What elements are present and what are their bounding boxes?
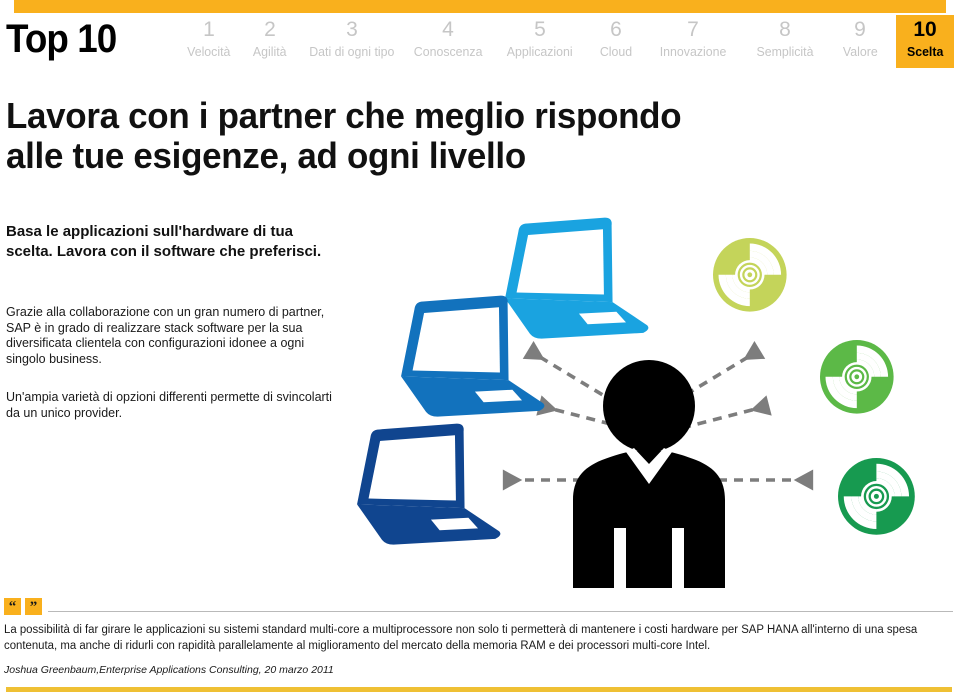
nav-item-cloud[interactable]: 6 Cloud xyxy=(590,15,642,68)
nav-item-label: Valore xyxy=(842,44,878,59)
disc-medium-green xyxy=(818,338,895,415)
nav-item-number: 10 xyxy=(913,18,937,41)
nav-item-conoscenza[interactable]: 4 Conoscenza xyxy=(406,15,490,68)
nav-item-number: 8 xyxy=(779,18,791,41)
top-accent-bar xyxy=(14,0,946,13)
nav-item-semplicit[interactable]: 8 Semplicità xyxy=(744,15,826,68)
laptop-light-blue xyxy=(505,217,649,339)
nav-item-scelta[interactable]: 10 Scelta xyxy=(896,15,954,68)
nav-item-innovazione[interactable]: 7 Innovazione xyxy=(648,15,738,68)
slide-page: Top 10 1 Velocità 2 Agilità 3 Dati di ogni ti… xyxy=(0,0,960,698)
nav-item-number: 9 xyxy=(854,18,866,41)
nav-item-label: Applicazioni xyxy=(507,44,573,59)
nav-item-dati-di-ogni-tipo[interactable]: 3 Dati di ogni tipo xyxy=(300,15,404,68)
bottom-accent-bar xyxy=(6,687,952,692)
nav-item-label: Conoscenza xyxy=(413,44,483,59)
nav-item-label: Agilità xyxy=(253,44,287,59)
nav-item-number: 1 xyxy=(203,18,215,41)
quote-attribution: Joshua Greenbaum,Enterprise Applications… xyxy=(4,664,334,676)
nav-item-number: 3 xyxy=(346,18,358,41)
nav-item-number: 6 xyxy=(610,18,622,41)
body-paragraph-1: Grazie alla collaborazione con un gran n… xyxy=(6,305,325,366)
nav-item-number: 7 xyxy=(687,18,699,41)
lead-paragraph: Basa le applicazioni sull'hardware di tu… xyxy=(6,223,322,260)
nav-item-agilit[interactable]: 2 Agilità xyxy=(242,15,298,68)
nav-item-label: Dati di ogni tipo xyxy=(309,44,395,59)
nav-item-number: 2 xyxy=(264,18,276,41)
quote-close-icon: ” xyxy=(25,598,42,615)
quote-divider xyxy=(48,611,953,612)
nav-item-label: Cloud xyxy=(599,44,633,59)
nav-item-velocit[interactable]: 1 Velocità xyxy=(178,15,240,68)
brand-title: Top 10 xyxy=(6,17,117,61)
disc-light-green xyxy=(711,236,788,313)
partners-diagram xyxy=(330,188,960,588)
quote-text: La possibilità di far girare le applicaz… xyxy=(4,624,918,652)
section-nav[interactable]: 1 Velocità 2 Agilità 3 Dati di ogni tipo 4 Cono… xyxy=(170,13,960,68)
nav-item-label: Scelta xyxy=(906,44,944,59)
nav-item-valore[interactable]: 9 Valore xyxy=(830,15,890,68)
header: Top 10 1 Velocità 2 Agilità 3 Dati di ogni ti… xyxy=(0,13,960,68)
nav-item-number: 4 xyxy=(442,18,454,41)
person-silhouette xyxy=(573,360,725,588)
nav-item-applicazioni[interactable]: 5 Applicazioni xyxy=(496,15,584,68)
nav-item-label: Semplicità xyxy=(756,44,814,59)
nav-item-label: Velocità xyxy=(187,44,231,59)
disc-dark-green xyxy=(836,456,916,536)
laptop-dark-blue xyxy=(357,423,501,545)
page-title: Lavora con i partner che meglio rispondo… xyxy=(6,95,682,176)
body-paragraph-2: Un'ampia varietà di opzioni differenti p… xyxy=(6,390,332,420)
nav-item-number: 5 xyxy=(534,18,546,41)
quote-marks: “” xyxy=(4,598,42,616)
nav-item-label: Innovazione xyxy=(659,44,727,59)
quote-open-icon: “ xyxy=(4,598,21,615)
